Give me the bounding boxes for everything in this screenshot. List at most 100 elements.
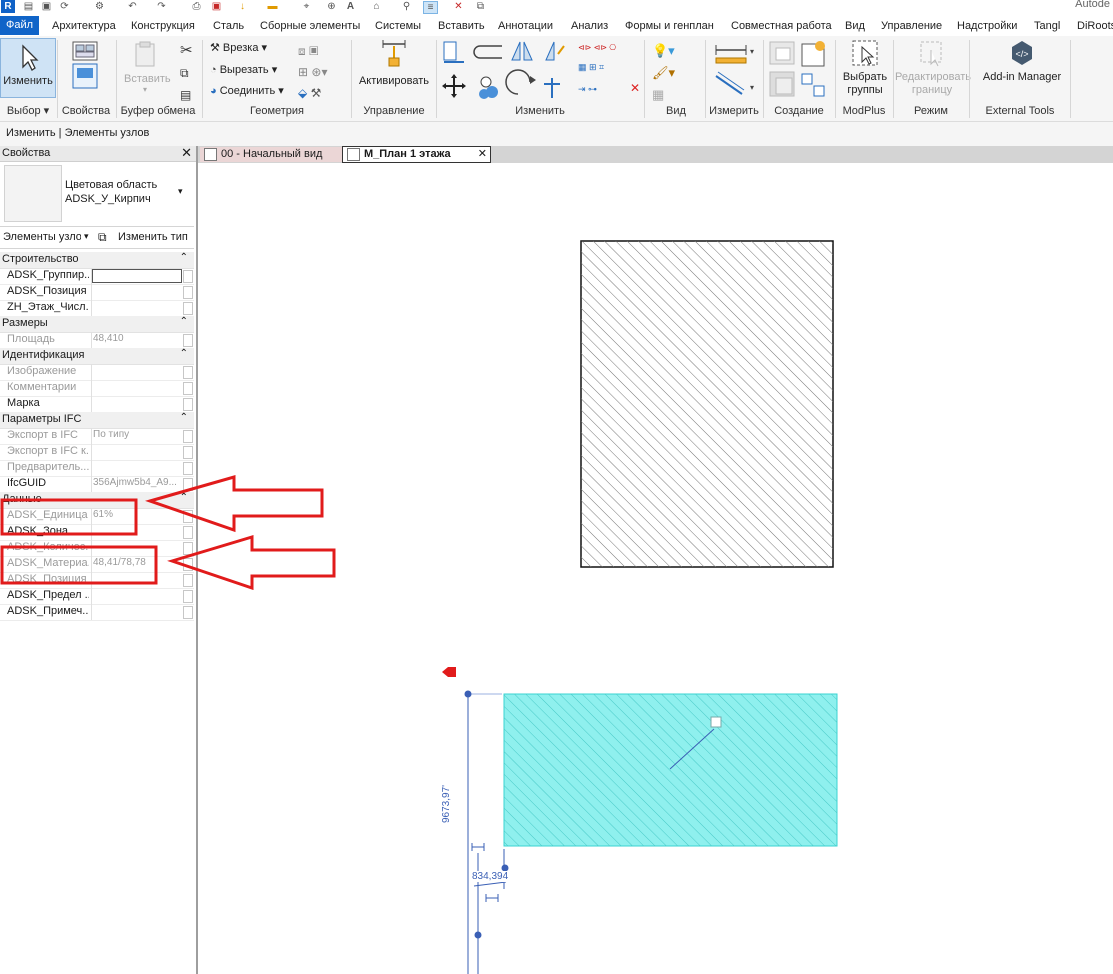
associate-parameter-button[interactable] — [183, 382, 193, 395]
section-icon[interactable]: ⚲ — [400, 1, 413, 12]
property-value[interactable]: 48,41/78,78 — [93, 557, 181, 568]
select-group-button[interactable]: Выбрать группы — [840, 38, 890, 97]
open-icon[interactable]: ▤ — [22, 1, 35, 12]
revit-logo[interactable]: R — [1, 0, 15, 13]
view-tab-start[interactable]: 00 - Начальный вид — [200, 147, 343, 162]
filled-region-gray[interactable] — [580, 240, 834, 568]
filled-region-selected[interactable] — [503, 693, 838, 847]
property-row[interactable]: Предваритель... — [0, 460, 194, 477]
property-row[interactable]: ADSK_Предел ... — [0, 588, 194, 605]
property-row[interactable]: Комментарии — [0, 380, 194, 397]
property-row[interactable]: ADSK_Позиция — [0, 572, 194, 589]
associate-parameter-button[interactable] — [183, 286, 193, 299]
element-filter-dropdown[interactable]: Элементы узло — [3, 231, 81, 243]
paste-button[interactable]: Вставить ▾ — [124, 40, 171, 94]
property-row[interactable]: ADSK_Материа... 48,41/78,78 — [0, 556, 194, 573]
property-row[interactable]: IfcGUID 356Ajmw5b4_A9... — [0, 476, 194, 493]
tab-tangl[interactable]: Tangl — [1034, 18, 1060, 34]
tab-collaborate[interactable]: Совместная работа — [731, 18, 832, 34]
associate-parameter-button[interactable] — [183, 526, 193, 539]
tab-view[interactable]: Вид — [845, 18, 865, 34]
property-value-input[interactable] — [92, 269, 182, 283]
properties-button[interactable] — [64, 40, 106, 93]
sync-icon[interactable]: ⟳ — [58, 1, 71, 12]
collapse-icon[interactable]: ⌃ — [180, 412, 188, 423]
property-row[interactable]: Экспорт в IFC к... — [0, 444, 194, 461]
edit-boundary-button[interactable]: Редактировать границу — [895, 38, 971, 97]
text-icon[interactable]: A — [344, 1, 357, 12]
close-hidden-icon[interactable]: ▣ — [210, 1, 223, 12]
tab-steel[interactable]: Сталь — [213, 18, 244, 34]
tab-structure[interactable]: Конструкция — [131, 18, 195, 34]
save-icon[interactable]: ▣ — [40, 1, 53, 12]
close-icon[interactable]: ✕ — [181, 145, 192, 161]
dimension-vertical[interactable] — [464, 690, 509, 974]
close-icon[interactable]: ✕ — [478, 147, 487, 162]
paint-icon[interactable]: ⬙ ⚒ — [298, 83, 327, 104]
associate-parameter-button[interactable] — [183, 478, 193, 491]
settings-icon[interactable]: ⚙ — [93, 1, 106, 12]
cut-button[interactable]: ⚒ Врезка ▾ — [210, 41, 267, 54]
property-row[interactable]: Площадь 48,410 — [0, 332, 194, 349]
redo-icon[interactable]: ↷ — [155, 1, 168, 12]
associate-parameter-button[interactable] — [183, 558, 193, 571]
tab-manage[interactable]: Управление — [881, 18, 942, 34]
property-section-header[interactable]: Размеры ⌃ — [0, 316, 194, 333]
property-section-header[interactable]: Идентификация ⌃ — [0, 348, 194, 365]
tab-addins[interactable]: Надстройки — [957, 18, 1017, 34]
associate-parameter-button[interactable] — [183, 430, 193, 443]
aligned-dim-icon[interactable]: ▬ — [266, 1, 279, 12]
join-button[interactable]: ◕ Соединить ▾ — [210, 84, 284, 97]
associate-parameter-button[interactable] — [183, 606, 193, 619]
property-row[interactable]: ADSK_Примеч... — [0, 604, 194, 621]
property-row[interactable]: ZH_Этаж_Числ... — [0, 300, 194, 317]
close-windows-icon[interactable]: ✕ — [452, 1, 465, 12]
associate-parameter-button[interactable] — [183, 270, 193, 283]
property-row[interactable]: ADSK_Зона — [0, 524, 194, 541]
property-row[interactable]: ADSK_Группир... — [0, 268, 194, 285]
group-select[interactable]: Выбор ▾ — [0, 103, 56, 119]
tab-analyze[interactable]: Анализ — [571, 18, 608, 34]
associate-parameter-button[interactable] — [183, 574, 193, 587]
scissors-icon[interactable]: ✂ — [180, 40, 193, 62]
property-section-header[interactable]: Строительство ⌃ — [0, 252, 194, 269]
rotate-handle-icon[interactable] — [710, 716, 722, 728]
edit-type-button[interactable]: Изменить тип — [118, 231, 188, 243]
switch-windows-icon[interactable]: ⧉ — [474, 1, 487, 12]
tab-precast[interactable]: Сборные элементы — [260, 18, 360, 34]
property-row[interactable]: ADSK_Единица ... 61% — [0, 508, 194, 525]
associate-parameter-button[interactable] — [183, 302, 193, 315]
collapse-icon[interactable]: ⌃ — [180, 316, 188, 327]
drawing-canvas[interactable]: 9673,97' 834,394 — [198, 163, 1113, 974]
tab-diroots[interactable]: DiRoots — [1077, 18, 1113, 34]
3d-view-icon[interactable]: ⌂ — [370, 1, 383, 12]
tab-file[interactable]: Файл — [0, 16, 40, 35]
associate-parameter-button[interactable] — [183, 334, 193, 347]
chevron-down-icon[interactable]: ▾ — [178, 186, 183, 197]
activate-button[interactable]: Активировать — [355, 38, 433, 87]
property-row[interactable]: Изображение — [0, 364, 194, 381]
collapse-icon[interactable]: ⌃ — [180, 492, 188, 503]
tab-insert[interactable]: Вставить — [438, 18, 485, 34]
collapse-icon[interactable]: ⌃ — [180, 348, 188, 359]
dimension-vertical-label[interactable]: 9673,97' — [441, 785, 452, 823]
print-icon[interactable]: ⎙ — [190, 1, 203, 12]
property-value[interactable]: По типу — [93, 429, 181, 440]
addin-manager-button[interactable]: </> Add-in Manager — [978, 38, 1066, 83]
modify-button[interactable]: Изменить — [0, 38, 56, 98]
property-row[interactable]: ADSK_Количес... — [0, 540, 194, 557]
view-tab-plan[interactable]: М_План 1 этажа ✕ — [342, 146, 491, 163]
dimension-temporary-label[interactable]: 834,394 — [472, 871, 509, 882]
copy-icon[interactable]: ⧉ — [180, 62, 193, 84]
undo-icon[interactable]: ↶ — [126, 1, 139, 12]
collapse-icon[interactable]: ⌃ — [180, 252, 188, 263]
spot-icon[interactable]: ⌖ — [300, 1, 313, 12]
property-value[interactable]: 61% — [93, 509, 181, 520]
associate-parameter-button[interactable] — [183, 366, 193, 379]
property-section-header[interactable]: Данные ⌃ — [0, 492, 194, 509]
property-value[interactable]: 356Ajmw5b4_A9... — [93, 477, 181, 488]
lightbulb-icon[interactable]: 💡▾ — [652, 40, 675, 62]
cutout-button[interactable]: ◔ Вырезать ▾ — [210, 63, 277, 76]
associate-parameter-button[interactable] — [183, 590, 193, 603]
associate-parameter-button[interactable] — [183, 510, 193, 523]
